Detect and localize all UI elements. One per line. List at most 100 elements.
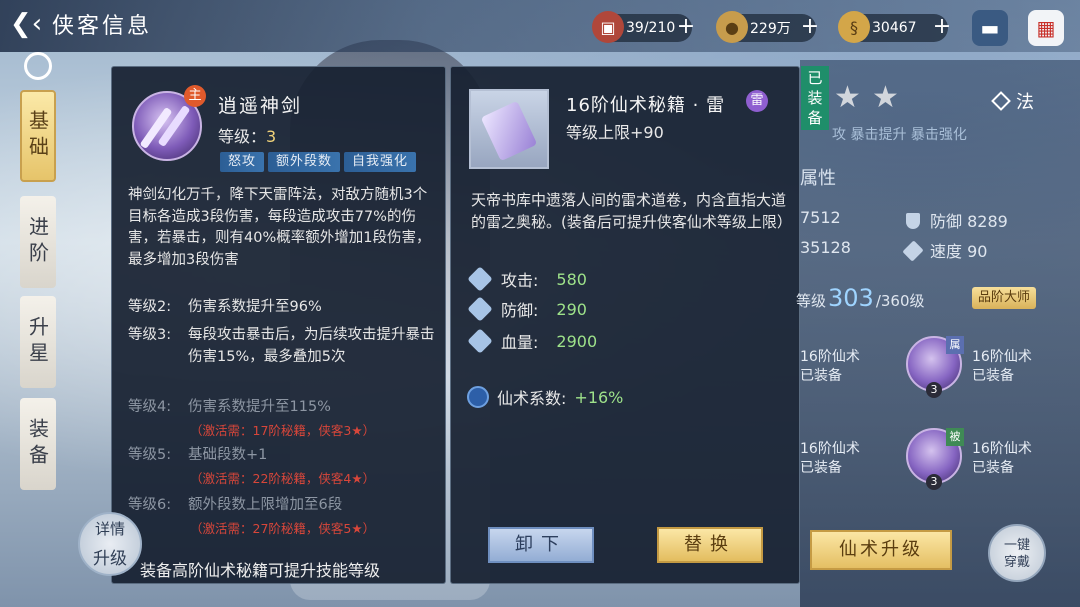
stat-value: 2900 — [556, 331, 598, 351]
book-stat-attack: 攻击: 580 — [467, 266, 587, 292]
back-arrow-icon[interactable]: ❮‹ — [6, 8, 46, 40]
tab-basic[interactable]: 基础 — [20, 90, 56, 182]
one-key-equip-button[interactable]: 一键 穿戴 — [988, 524, 1046, 582]
resource-dragon: § 30467 + — [838, 11, 951, 43]
add-dragon-button[interactable]: + — [930, 16, 954, 40]
skill-level: 等级：3 — [218, 123, 276, 147]
defense-icon — [467, 296, 493, 322]
flame-icon — [467, 386, 489, 408]
slot-line2: 已装备 — [972, 368, 1014, 384]
xianshu-upgrade-button[interactable]: 仙术升级 — [810, 530, 952, 570]
book-description: 天帝书库中遗落人间的雷术道卷，内含直指大道的雷之奥秘。(装备后可提升侠客仙术等级… — [471, 191, 792, 231]
add-coin-button[interactable]: + — [798, 16, 822, 40]
tab-star-up[interactable]: 升星 — [20, 296, 56, 388]
slot-level: 3 — [926, 474, 942, 490]
slot-line1: 16阶仙术 — [972, 349, 1032, 365]
xianshu-level-value: 303 — [828, 284, 874, 312]
crit-traits: 攻 暴击提升 暴击强化 — [832, 127, 967, 143]
skill-level-value: 3 — [266, 127, 277, 146]
slot-3[interactable]: 16阶仙术 已装备 — [800, 440, 860, 478]
class-mark: 法 — [991, 88, 1034, 114]
level-label: 等级4: — [128, 399, 172, 415]
level-text: 每段攻击暴击后，为后续攻击提升暴击伤害15%，最多叠加5次 — [188, 327, 435, 365]
attributes-title: 属性 — [800, 168, 836, 189]
skill-description: 神剑幻化万千，降下天雷阵法，对敌方随机3个目标各造成3段伤害，每段造成攻击77%… — [128, 187, 431, 268]
xianshu-coefficient: 仙术系数: +16% — [467, 385, 623, 409]
detail-upgrade-button[interactable]: 详情 升级 — [78, 512, 142, 576]
skill-tags: 怒攻 额外段数 自我强化 — [220, 152, 417, 172]
level-label: 等级5: — [128, 447, 172, 463]
attr-value: 90 — [967, 242, 988, 261]
attack-icon — [467, 266, 493, 292]
attr-speed: 速度 90 — [902, 238, 988, 262]
page-title: 侠客信息 — [52, 14, 153, 39]
skill-tag: 自我强化 — [344, 152, 417, 172]
xianshu-level: 等级303/360级 — [796, 284, 925, 312]
dragon-icon: § — [838, 11, 870, 43]
attr-label: 防御 — [930, 212, 963, 231]
detail-button-label: 详情 — [94, 520, 125, 538]
resource-chest-value: 39/210 — [626, 20, 676, 36]
level-5-requirement: （激活需：22阶秘籍，侠客4★） — [190, 471, 376, 486]
star-icon: ★ — [834, 80, 861, 115]
unequip-button[interactable]: 卸下 — [488, 527, 594, 563]
slot-line2: 已装备 — [972, 460, 1014, 476]
skill-panel: 主 逍遥神剑 等级：3 怒攻 额外段数 自我强化 神剑幻化万千，降下天雷阵法，对… — [111, 66, 446, 584]
level-6-requirement: （激活需：27阶秘籍，侠客5★） — [190, 521, 376, 536]
resource-coin: ● 229万 + — [716, 11, 819, 43]
attr-hp: 35128 — [800, 238, 851, 257]
stat-value: 290 — [556, 299, 587, 319]
slot-1[interactable]: 16阶仙术 已装备 — [800, 348, 860, 386]
onekey-line2: 穿戴 — [1003, 555, 1030, 570]
chat-icon[interactable]: ▬ — [972, 10, 1008, 46]
level-label: 等级2: — [128, 299, 172, 315]
skill-panel-footer: 装备高阶仙术秘籍可提升技能等级 — [140, 561, 381, 580]
skill-tag: 怒攻 — [220, 152, 265, 172]
book-stat-hp: 血量: 2900 — [467, 328, 598, 354]
stat-value: 580 — [556, 269, 587, 289]
swirl-icon — [24, 52, 52, 80]
slot-level: 3 — [926, 382, 942, 398]
speed-icon — [902, 240, 924, 262]
chest-icon: ▣ — [592, 11, 624, 43]
slot-line2: 已装备 — [800, 460, 842, 476]
diamond-icon — [991, 91, 1011, 111]
slot-2[interactable]: 16阶仙术 已装备 — [972, 348, 1032, 386]
book-level-cap: 等级上限+90 — [566, 123, 664, 142]
coef-value: +16% — [574, 387, 624, 407]
slot-tag: 属 — [946, 336, 964, 354]
star-icon: ★ — [872, 80, 899, 115]
coef-label: 仙术系数: — [497, 389, 567, 408]
skill-tag: 额外段数 — [268, 152, 341, 172]
level-text: 基础段数+1 — [188, 447, 268, 463]
slot-line2: 已装备 — [800, 368, 842, 384]
tab-advance[interactable]: 进阶 — [20, 196, 56, 288]
upgrade-button-label: 升级 — [93, 549, 127, 569]
slot-line1: 16阶仙术 — [972, 441, 1032, 457]
xianshu-level-max: /360级 — [875, 292, 925, 310]
skill-level-2: 等级2: 伤害系数提升至96% — [128, 297, 322, 319]
book-stat-defense: 防御: 290 — [467, 296, 587, 322]
level-text: 伤害系数提升至115% — [188, 399, 331, 415]
level-label: 等级6: — [128, 497, 172, 513]
stat-label: 攻击: — [501, 271, 539, 290]
skill-level-5: 等级5: 基础段数+1 — [128, 445, 267, 467]
onekey-line1: 一键 — [1003, 538, 1030, 553]
menu-grid-icon[interactable]: ▦ — [1028, 10, 1064, 46]
skill-level-3: 等级3: 每段攻击暴击后，为后续攻击提升暴击伤害15%，最多叠加5次 — [128, 325, 438, 368]
hp-icon — [467, 328, 493, 354]
resource-dragon-value: 30467 — [872, 20, 917, 36]
xianshu-level-prefix: 等级 — [796, 292, 827, 310]
skill-level-4: 等级4: 伤害系数提升至115% — [128, 397, 331, 419]
slot-4[interactable]: 16阶仙术 已装备 — [972, 440, 1032, 478]
tab-equipment[interactable]: 装备 — [20, 398, 56, 490]
level-label: 等级3: — [128, 327, 172, 343]
level-4-requirement: （激活需：17阶秘籍，侠客3★） — [190, 423, 376, 438]
attr-value: 8289 — [967, 212, 1008, 231]
replace-button[interactable]: 替换 — [657, 527, 763, 563]
skill-level-6: 等级6: 额外段数上限增加至6段 — [128, 495, 342, 517]
main-skill-badge: 主 — [184, 85, 206, 107]
skill-level-label: 等级： — [218, 127, 267, 146]
shield-icon — [906, 213, 920, 229]
add-chest-button[interactable]: + — [674, 16, 698, 40]
